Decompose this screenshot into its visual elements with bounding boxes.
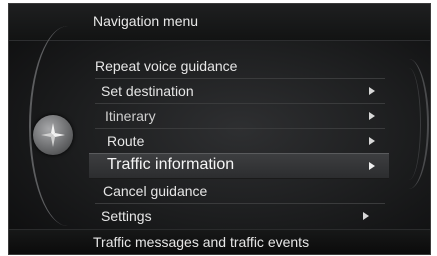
menu-item-itinerary[interactable]: Itinerary — [95, 104, 385, 128]
menu-item-set-destination[interactable]: Set destination — [95, 79, 385, 103]
arrow-right-icon — [369, 137, 375, 145]
right-inner-arc — [397, 68, 421, 180]
menu-item-repeat-voice-guidance[interactable]: Repeat voice guidance — [95, 54, 375, 78]
page-title: Navigation menu — [93, 13, 199, 29]
menu-item-traffic-information[interactable]: Traffic information — [89, 153, 389, 179]
menu-item-label: Set destination — [101, 83, 194, 99]
arrow-right-icon — [363, 212, 369, 220]
compass-icon[interactable] — [33, 115, 73, 155]
menu-item-settings[interactable]: Settings — [95, 204, 385, 228]
menu-item-label: Repeat voice guidance — [95, 58, 238, 74]
navigation-screen: Navigation menu Repeat voice guidance Se… — [8, 3, 431, 255]
menu-item-label: Settings — [101, 208, 152, 224]
menu-item-label: Itinerary — [105, 108, 156, 124]
menu-item-label: Route — [107, 133, 145, 149]
menu-item-cancel-guidance[interactable]: Cancel guidance — [95, 179, 385, 203]
status-bar: Traffic messages and traffic events — [9, 229, 430, 254]
menu-item-route[interactable]: Route — [95, 129, 385, 153]
menu-item-label: Cancel guidance — [103, 183, 208, 199]
menu-item-label: Traffic information — [107, 156, 235, 173]
status-text: Traffic messages and traffic events — [93, 234, 310, 250]
arrow-right-icon — [369, 112, 375, 120]
arrow-right-icon — [369, 162, 375, 170]
arrow-right-icon — [369, 87, 375, 95]
